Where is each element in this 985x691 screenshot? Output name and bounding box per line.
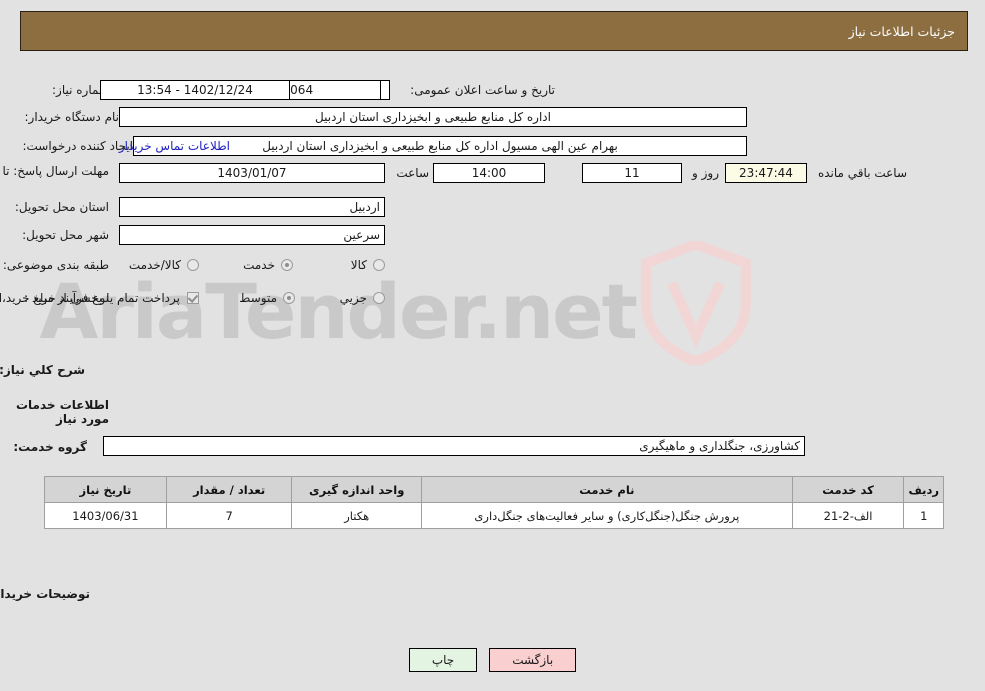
col-name: نام خدمت: [421, 476, 793, 503]
table-row: 1 الف-2-21 پرورش جنگل(جنگل‌کاری) و سایر …: [44, 502, 944, 529]
category-option-label: کالا/خدمت: [128, 258, 181, 272]
category-option-khedmat[interactable]: خدمت: [243, 258, 293, 272]
time-remaining-value: 23:47:44: [725, 163, 807, 183]
radio-kala-icon[interactable]: [373, 259, 385, 271]
days-unit-label: روز و: [692, 166, 719, 180]
province-value: اردبیل: [119, 197, 385, 217]
time-remaining-suffix: ساعت باقي مانده: [817, 166, 907, 180]
page-title: جزئیات اطلاعات نیاز: [848, 23, 955, 39]
process-option-motavaset[interactable]: متوسط: [239, 291, 295, 305]
deadline-date-value: 1403/01/07: [119, 163, 385, 183]
radio-jozei-icon[interactable]: [373, 292, 385, 304]
deadline-time-label: ساعت: [396, 166, 429, 180]
radio-khedmat-icon[interactable]: [281, 259, 293, 271]
services-section-heading: اطلاعات خدمات مورد نیاز: [15, 398, 109, 426]
service-group-value: کشاورزی، جنگلداری و ماهیگیری: [103, 436, 805, 456]
city-value: سرعین: [119, 225, 385, 245]
col-quantity: تعداد / مقدار: [165, 476, 293, 503]
deadline-label: مهلت ارسال پاسخ: تا تاریخ:: [0, 164, 109, 178]
category-option-kala-khedmat[interactable]: کالا/خدمت: [129, 258, 199, 272]
process-option-label: جزیي: [339, 291, 367, 305]
radio-motavaset-icon[interactable]: [283, 292, 295, 304]
radio-kala-khedmat-icon[interactable]: [187, 259, 199, 271]
table-header-row: ردیف کد خدمت نام خدمت واحد اندازه گیری ت…: [44, 476, 944, 503]
category-option-label: کالا: [350, 258, 367, 272]
category-label: طبقه بندی موضوعی:: [2, 258, 109, 272]
col-radif: ردیف: [903, 476, 944, 503]
col-unit: واحد اندازه گیری: [291, 476, 422, 503]
cell-code: الف-2-21: [791, 502, 905, 529]
category-option-label: خدمت: [243, 258, 275, 272]
process-option-label: متوسط: [239, 291, 277, 305]
cell-radif: 1: [903, 502, 944, 529]
page-root: AriaTender.net جزئیات اطلاعات نیاز شماره…: [0, 0, 985, 691]
footer-button-row: بازگشت چاپ: [0, 648, 985, 672]
service-group-label: گروه خدمت:: [13, 440, 87, 454]
buyer-org-label: نام دستگاه خریدار:: [24, 110, 120, 124]
buyer-org-value: اداره کل منابع طبیعی و ابخیزداری استان ا…: [119, 107, 747, 127]
process-option-jozei[interactable]: جزیي: [340, 291, 385, 305]
cell-date: 1403/06/31: [44, 502, 167, 529]
province-label: استان محل تحویل:: [14, 200, 109, 214]
page-title-bar: جزئیات اطلاعات نیاز: [20, 11, 968, 51]
treasury-checkbox[interactable]: [187, 292, 199, 304]
city-label: شهر محل تحویل:: [22, 228, 109, 242]
category-option-kala[interactable]: کالا: [351, 258, 385, 272]
cell-name: پرورش جنگل(جنگل‌کاری) و سایر فعالیت‌های …: [421, 502, 793, 529]
deadline-time-value: 14:00: [433, 163, 545, 183]
treasury-note-group[interactable]: پرداخت تمام یا بخشی از مبلغ خرید،از محل …: [0, 291, 199, 305]
col-code: کد خدمت: [791, 476, 905, 503]
summary-label: شرح كلي نیاز:: [0, 363, 85, 377]
cell-unit: هکتار: [291, 502, 422, 529]
days-remaining-value: 11: [582, 163, 682, 183]
creator-label: ایجاد کننده درخواست:: [22, 139, 133, 153]
col-date: تاریخ نیاز: [44, 476, 167, 503]
announce-datetime-label: تاریخ و ساعت اعلان عمومی:: [410, 83, 555, 97]
buyer-contact-link[interactable]: اطلاعات تماس خریدار: [119, 139, 230, 153]
print-button[interactable]: چاپ: [408, 648, 478, 672]
buyer-notes-label: توضیحات خریدار:: [0, 587, 90, 601]
cell-quantity: 7: [165, 502, 293, 529]
treasury-note-label: پرداخت تمام یا بخشی از مبلغ خرید،از محل …: [0, 291, 180, 305]
announce-datetime-value: 1402/12/24 - 13:54: [100, 80, 290, 100]
services-table: ردیف کد خدمت نام خدمت واحد اندازه گیری ت…: [44, 476, 944, 529]
back-button[interactable]: بازگشت: [489, 648, 577, 672]
